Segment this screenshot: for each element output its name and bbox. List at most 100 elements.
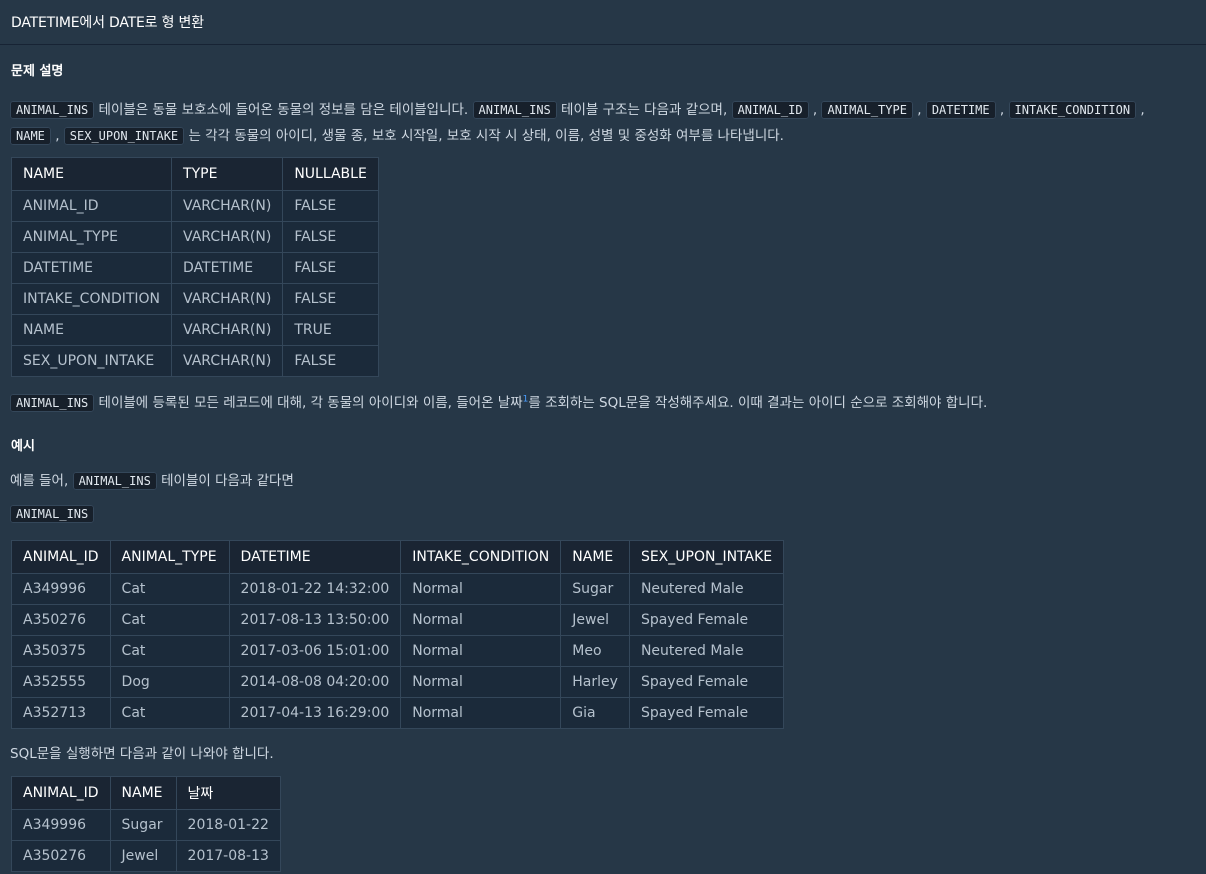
table-cell: ANIMAL_TYPE [10,221,173,253]
table-cell: VARCHAR(N) [171,221,284,253]
table-cell: 2017-08-13 13:50:00 [228,604,402,636]
table-row: A350276 Jewel 2017-08-13 [11,840,281,872]
table-cell: FALSE [282,252,380,284]
table-cell: Sugar [560,573,630,605]
table-cell: VARCHAR(N) [171,345,284,377]
table-header-cell: NAME [109,776,177,810]
table-cell: Sugar [109,809,177,841]
intro-text-3: 는 각각 동물의 아이디, 생물 종, 보호 시작일, 보호 시작 시 상태, … [184,128,784,144]
task-text-2: 를 조회하는 SQL문을 작성해주세요. 이때 결과는 아이디 순으로 조회해야… [528,395,988,411]
table-cell: Jewel [109,840,177,872]
code-animal-ins: ANIMAL_INS [72,472,157,490]
table-cell: FALSE [282,190,380,222]
table-cell: VARCHAR(N) [171,283,284,315]
example-intro-text-1: 예를 들어, [10,473,73,489]
table-cell: Cat [109,573,230,605]
schema-table: NAME TYPE NULLABLE ANIMAL_ID VARCHAR(N) … [10,157,380,377]
table-header-cell: ANIMAL_TYPE [109,540,230,574]
table-cell: Meo [560,635,630,667]
table-row: A349996 Cat 2018-01-22 14:32:00 Normal S… [11,573,785,605]
table-cell: A352555 [11,666,111,698]
table-header-cell: INTAKE_CONDITION [400,540,562,574]
table-cell: 2014-08-08 04:20:00 [228,666,402,698]
table-cell: FALSE [282,345,380,377]
table-cell: Harley [560,666,630,698]
table-header-cell: TYPE [171,157,284,191]
task-description: ANIMAL_INS 테이블에 등록된 모든 레코드에 대해, 각 동물의 아이… [10,391,988,412]
table-header-cell: 날짜 [175,776,281,810]
section-title-problem: 문제 설명 [11,64,64,79]
table-cell: A352713 [11,697,111,729]
table-cell: FALSE [282,221,380,253]
intro-text-2: 테이블 구조는 다음과 같으며, [556,102,732,118]
table-row: A352713 Cat 2017-04-13 16:29:00 Normal G… [11,697,785,729]
table-cell: Spayed Female [628,604,785,636]
table-row: A352555 Dog 2014-08-08 04:20:00 Normal H… [11,666,785,698]
result-intro: SQL문을 실행하면 다음과 같이 나와야 합니다. [10,746,274,762]
table-header-cell: ANIMAL_ID [11,776,111,810]
table-cell: 2017-03-06 15:01:00 [228,635,402,667]
table-header-cell: ANIMAL_ID [11,540,111,574]
table-row: ANIMAL_ID VARCHAR(N) FALSE [10,190,380,222]
table-header-row: ANIMAL_ID NAME 날짜 [11,776,281,810]
table-row: NAME VARCHAR(N) TRUE [10,314,380,346]
table-cell: Normal [400,604,562,636]
table-cell: Cat [109,604,230,636]
code-datetime: DATETIME [925,101,996,119]
table-cell: A349996 [11,573,111,605]
example-table: ANIMAL_ID ANIMAL_TYPE DATETIME INTAKE_CO… [11,540,785,729]
section-title-example: 예시 [11,439,35,454]
code-animal-id: ANIMAL_ID [731,101,809,119]
table-cell: A350276 [11,840,111,872]
task-text-1: 테이블에 등록된 모든 레코드에 대해, 각 동물의 아이디와 이름, 들어온 … [94,395,523,411]
table-cell: Gia [560,697,630,729]
code-intake-condition: INTAKE_CONDITION [1008,101,1137,119]
table-cell: Neutered Male [628,573,785,605]
intro-line-1: ANIMAL_INS 테이블은 동물 보호소에 들어온 동물의 정보를 담은 테… [10,98,1145,119]
table-header-cell: DATETIME [228,540,402,574]
table-header-row: ANIMAL_ID ANIMAL_TYPE DATETIME INTAKE_CO… [11,540,785,574]
table-cell: Cat [109,635,230,667]
table-row: A350375 Cat 2017-03-06 15:01:00 Normal M… [11,635,785,667]
page-title: DATETIME에서 DATE로 형 변환 [11,15,204,31]
table-cell: Dog [109,666,230,698]
table-header-cell: SEX_UPON_INTAKE [628,540,785,574]
table-cell: Neutered Male [628,635,785,667]
table-cell: FALSE [282,283,380,315]
table-row: A350276 Cat 2017-08-13 13:50:00 Normal J… [11,604,785,636]
table-cell: 2017-08-13 [175,840,281,872]
code-animal-type: ANIMAL_TYPE [821,101,913,119]
table-cell: Normal [400,635,562,667]
table-cell: Normal [400,573,562,605]
example-intro: 예를 들어, ANIMAL_INS 테이블이 다음과 같다면 [10,469,294,490]
table-cell: ANIMAL_ID [10,190,173,222]
result-table: ANIMAL_ID NAME 날짜 A349996 Sugar 2018-01-… [11,776,281,872]
page-header: DATETIME에서 DATE로 형 변환 [0,0,1206,45]
table-row: ANIMAL_TYPE VARCHAR(N) FALSE [10,221,380,253]
code-animal-ins: ANIMAL_INS [10,101,95,119]
table-cell: Normal [400,666,562,698]
table-header-cell: NAME [10,157,173,191]
table-header-cell: NAME [560,540,630,574]
table-cell: 2018-01-22 14:32:00 [228,573,402,605]
table-cell: Jewel [560,604,630,636]
table-row: SEX_UPON_INTAKE VARCHAR(N) FALSE [10,345,380,377]
table-cell: VARCHAR(N) [171,190,284,222]
example-table-label: ANIMAL_INS [10,505,95,523]
table-row: A349996 Sugar 2018-01-22 [11,809,281,841]
code-animal-ins: ANIMAL_INS [472,101,557,119]
table-cell: 2018-01-22 [175,809,281,841]
table-row: DATETIME DATETIME FALSE [10,252,380,284]
table-row: INTAKE_CONDITION VARCHAR(N) FALSE [10,283,380,315]
table-header-row: NAME TYPE NULLABLE [10,157,380,191]
table-cell: Cat [109,697,230,729]
code-animal-ins: ANIMAL_INS [10,505,95,523]
table-cell: Normal [400,697,562,729]
table-cell: 2017-04-13 16:29:00 [228,697,402,729]
table-cell: NAME [10,314,173,346]
table-cell: TRUE [282,314,380,346]
table-cell: A349996 [11,809,111,841]
table-cell: A350375 [11,635,111,667]
table-cell: SEX_UPON_INTAKE [10,345,173,377]
table-cell: VARCHAR(N) [171,314,284,346]
